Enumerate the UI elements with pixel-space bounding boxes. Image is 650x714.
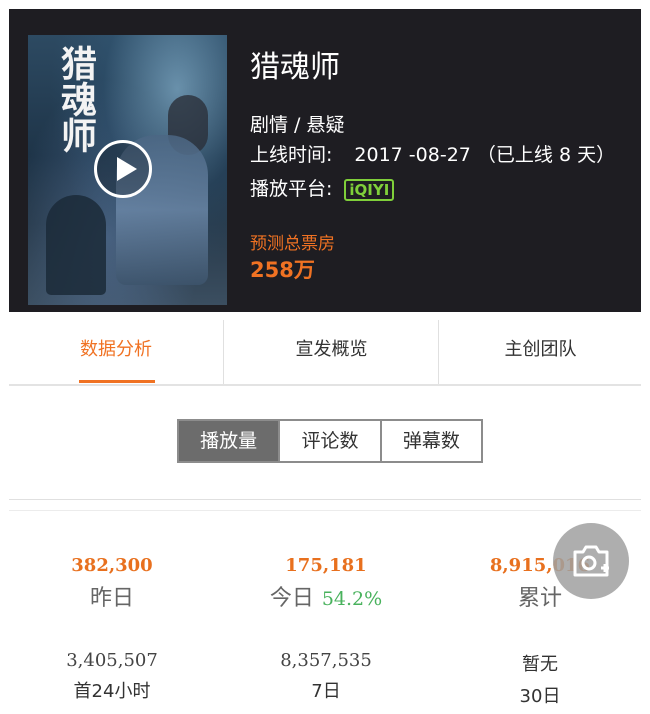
substat-value: 3,405,507: [66, 650, 158, 671]
substat-label: 7日: [311, 681, 341, 702]
metric-segmented-control: 播放量 评论数 弹幕数: [177, 419, 483, 463]
tab-data-analysis[interactable]: 数据分析: [9, 320, 223, 384]
poster-figure: [46, 195, 106, 295]
substat-value: 暂无: [522, 654, 558, 675]
segment-comments[interactable]: 评论数: [278, 421, 379, 461]
tab-promotion-overview[interactable]: 宣发概览: [223, 320, 439, 384]
segment-plays[interactable]: 播放量: [179, 421, 279, 461]
platform-info: 播放平台: iQIYI: [250, 174, 395, 201]
camera-add-icon[interactable]: [553, 523, 629, 599]
release-info: 上线时间: 2017 -08-27 （已上线 8 天）: [250, 140, 615, 167]
stat-label-row: 今日 54.2%: [226, 580, 426, 612]
tab-bar: 数据分析 宣发概览 主创团队: [9, 320, 641, 386]
movie-poster[interactable]: 猎魂师: [28, 35, 227, 305]
predict-box-office-value: 258万: [250, 258, 315, 282]
release-value: 2017 -08-27 （已上线 8 天）: [354, 144, 616, 166]
stat-value: 175,181: [285, 555, 367, 576]
stat-label: 今日: [269, 586, 314, 611]
segment-danmaku[interactable]: 弹幕数: [379, 421, 481, 461]
stat-change: 54.2%: [321, 588, 383, 610]
play-icon[interactable]: [94, 140, 152, 198]
tab-creative-team[interactable]: 主创团队: [438, 320, 642, 384]
predict-box-office-label: 预测总票房: [250, 234, 335, 254]
stat-yesterday: 382,300 昨日: [12, 555, 212, 612]
movie-header: 猎魂师 猎魂师 剧情 / 悬疑 上线时间: 2017 -08-27 （已上线 8 …: [9, 9, 641, 312]
stat-label: 昨日: [89, 586, 134, 611]
platform-label: 播放平台:: [250, 178, 333, 200]
substat-value: 8,357,535: [280, 650, 372, 671]
substat-label: 30日: [519, 686, 561, 707]
release-label: 上线时间:: [250, 144, 333, 166]
iqiyi-logo[interactable]: iQIYI: [344, 178, 395, 201]
movie-genre: 剧情 / 悬疑: [250, 114, 345, 136]
substat-first-24h: 3,405,507 首24小时: [12, 650, 212, 703]
substat-7-days: 8,357,535 7日: [226, 650, 426, 703]
substat-30-days: 暂无 30日: [440, 650, 640, 708]
active-tab-indicator: [79, 380, 155, 383]
divider: [9, 499, 641, 500]
poster-title: 猎魂师: [55, 45, 97, 153]
movie-title: 猎魂师: [250, 50, 340, 85]
stat-today: 175,181 今日 54.2%: [226, 555, 426, 612]
divider: [9, 510, 641, 511]
substat-label: 首24小时: [73, 681, 151, 702]
stat-value: 382,300: [71, 555, 153, 576]
